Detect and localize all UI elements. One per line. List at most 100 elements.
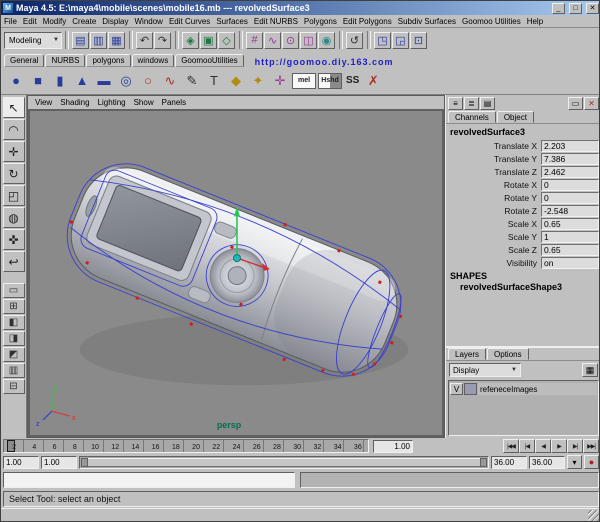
undo-icon[interactable]: ↶ — [136, 31, 153, 49]
next-key-button[interactable]: ▶| — [567, 439, 583, 453]
menu-subdiv-surfaces[interactable]: Subdiv Surfaces — [395, 17, 459, 26]
soft-mod-tool-icon[interactable]: ◍ — [2, 207, 25, 228]
playback-start-field[interactable]: 1.00 — [41, 455, 77, 469]
shelf-pencil-curve-icon[interactable]: ✎ — [182, 71, 202, 91]
snap-to-plane-icon[interactable]: ◫ — [300, 31, 317, 49]
ipr-render-icon[interactable]: ◲ — [392, 31, 409, 49]
layout-split-icon[interactable]: ⊟ — [2, 379, 25, 394]
channel-label[interactable]: Rotate X — [504, 180, 541, 190]
range-options-icon[interactable]: ▾ — [567, 455, 582, 469]
new-layer-icon[interactable]: ▦ — [582, 363, 598, 377]
animation-end-field[interactable]: 36.00 — [529, 455, 565, 469]
menu-set-selector[interactable]: Modeling ▼ — [4, 31, 62, 49]
tab-options[interactable]: Options — [487, 348, 529, 360]
layout-right-split-icon[interactable]: ◨ — [2, 331, 25, 346]
new-scene-icon[interactable]: ▤ — [72, 31, 89, 49]
layer-row[interactable]: V refeneceImages — [450, 382, 597, 396]
shelf-nurbs-cube-icon[interactable]: ■ — [28, 71, 48, 91]
channel-value[interactable]: on — [541, 256, 599, 269]
menu-window[interactable]: Window — [132, 17, 166, 26]
render-current-frame-icon[interactable]: ◳ — [374, 31, 391, 49]
shelf-tab-nurbs[interactable]: NURBS — [45, 54, 86, 67]
panel-grid-icon[interactable]: ▤ — [480, 96, 495, 110]
shelf-nurbs-torus-icon[interactable]: ◎ — [116, 71, 136, 91]
playback-end-field[interactable]: 36.00 — [491, 455, 527, 469]
last-tool-icon[interactable]: ↩ — [2, 251, 25, 272]
tab-channels[interactable]: Channels — [448, 111, 496, 123]
select-object-icon[interactable]: ▣ — [200, 31, 217, 49]
mel-command-input[interactable] — [3, 472, 295, 488]
panel-pane-icon[interactable]: ▭ — [568, 96, 583, 110]
menu-display[interactable]: Display — [99, 17, 131, 26]
viewport-menu-show[interactable]: Show — [131, 98, 157, 107]
channel-label[interactable]: Translate X — [494, 141, 541, 151]
snap-to-point-icon[interactable]: ⊙ — [282, 31, 299, 49]
open-scene-icon[interactable]: ▥ — [90, 31, 107, 49]
layer-visibility-toggle[interactable]: V — [450, 383, 463, 395]
shelf-delete-icon[interactable]: ✗ — [363, 71, 383, 91]
range-slider-bar[interactable] — [81, 457, 487, 467]
show-manipulator-tool-icon[interactable]: ✜ — [2, 229, 25, 250]
shelf-nurbs-plane-icon[interactable]: ▬ — [94, 71, 114, 91]
shape-node-name[interactable]: revolvedSurfaceShape3 — [460, 282, 599, 292]
channel-value[interactable]: 7.386 — [541, 152, 599, 165]
shelf-tab-goomooutilities[interactable]: GoomooUtilities — [175, 54, 244, 67]
menu-modify[interactable]: Modify — [40, 17, 70, 26]
select-component-icon[interactable]: ◇ — [218, 31, 235, 49]
window-titlebar[interactable]: M Maya 4.5: E:\maya4\mobile\scenes\mobil… — [1, 1, 599, 15]
layout-four-pane-icon[interactable]: ⊞ — [2, 299, 25, 314]
channel-value[interactable]: 0.65 — [541, 243, 599, 256]
snap-to-curve-icon[interactable]: ∿ — [264, 31, 281, 49]
channel-value[interactable]: 2.462 — [541, 165, 599, 178]
channel-value[interactable]: 0 — [541, 178, 599, 191]
layout-left-split-icon[interactable]: ◧ — [2, 315, 25, 330]
play-forward-button[interactable]: ▶ — [551, 439, 567, 453]
menu-file[interactable]: File — [1, 17, 20, 26]
viewport-canvas[interactable]: y x z persp — [28, 109, 444, 437]
channel-label[interactable]: Scale Z — [508, 245, 541, 255]
shelf-nurbs-circle-icon[interactable]: ○ — [138, 71, 158, 91]
tab-object[interactable]: Object — [496, 111, 534, 123]
viewport-menu-lighting[interactable]: Lighting — [95, 98, 129, 107]
menu-edit-nurbs[interactable]: Edit NURBS — [251, 17, 301, 26]
go-to-end-button[interactable]: ▶▶| — [583, 439, 599, 453]
close-button[interactable]: ✕ — [586, 2, 599, 14]
select-hierarchy-icon[interactable]: ◈ — [182, 31, 199, 49]
resize-grip[interactable] — [588, 510, 599, 521]
viewport-menu-view[interactable]: View — [32, 98, 55, 107]
move-tool-icon[interactable]: ✛ — [2, 141, 25, 162]
rotate-tool-icon[interactable]: ↻ — [2, 163, 25, 184]
current-frame-marker[interactable] — [7, 440, 15, 452]
layer-display-selector[interactable]: Display ▼ — [449, 363, 521, 377]
channel-label[interactable]: Translate Z — [494, 167, 541, 177]
shelf-star-icon[interactable]: ✦ — [248, 71, 268, 91]
viewport-menu-panels[interactable]: Panels — [159, 98, 189, 107]
channel-value[interactable]: 1 — [541, 230, 599, 243]
channel-label[interactable]: Translate Y — [494, 154, 541, 164]
shelf-tab-polygons[interactable]: polygons — [86, 54, 131, 67]
redo-icon[interactable]: ↷ — [154, 31, 171, 49]
channel-label[interactable]: Scale Y — [508, 232, 541, 242]
layout-top-split-icon[interactable]: ◩ — [2, 347, 25, 362]
shelf-tab-windows[interactable]: windows — [131, 54, 175, 67]
channel-value[interactable]: -2.548 — [541, 204, 599, 217]
shelf-nurbs-cone-icon[interactable]: ▲ — [72, 71, 92, 91]
auto-key-toggle[interactable]: ● — [584, 455, 599, 469]
maximize-button[interactable]: □ — [569, 2, 582, 14]
panel-bars-icon[interactable]: ≣ — [464, 96, 479, 110]
shelf-nurbs-sphere-icon[interactable]: ● — [6, 71, 26, 91]
channel-label[interactable]: Rotate Y — [504, 193, 541, 203]
menu-edit-polygons[interactable]: Edit Polygons — [340, 17, 395, 26]
menu-help[interactable]: Help — [524, 17, 546, 26]
construction-history-icon[interactable]: ↺ — [346, 31, 363, 49]
shelf-locator-icon[interactable]: ✛ — [270, 71, 290, 91]
panel-close-icon[interactable]: ✕ — [584, 96, 599, 110]
menu-create[interactable]: Create — [69, 17, 99, 26]
shelf-nurbs-cylinder-icon[interactable]: ▮ — [50, 71, 70, 91]
menu-surfaces[interactable]: Surfaces — [213, 17, 251, 26]
shelf-hypershade-icon[interactable]: Hshd — [318, 72, 342, 89]
step-back-button[interactable]: ◀ — [535, 439, 551, 453]
viewport-menu-shading[interactable]: Shading — [57, 98, 92, 107]
layer-color-swatch[interactable] — [464, 383, 477, 395]
menu-edit-curves[interactable]: Edit Curves — [166, 17, 213, 26]
